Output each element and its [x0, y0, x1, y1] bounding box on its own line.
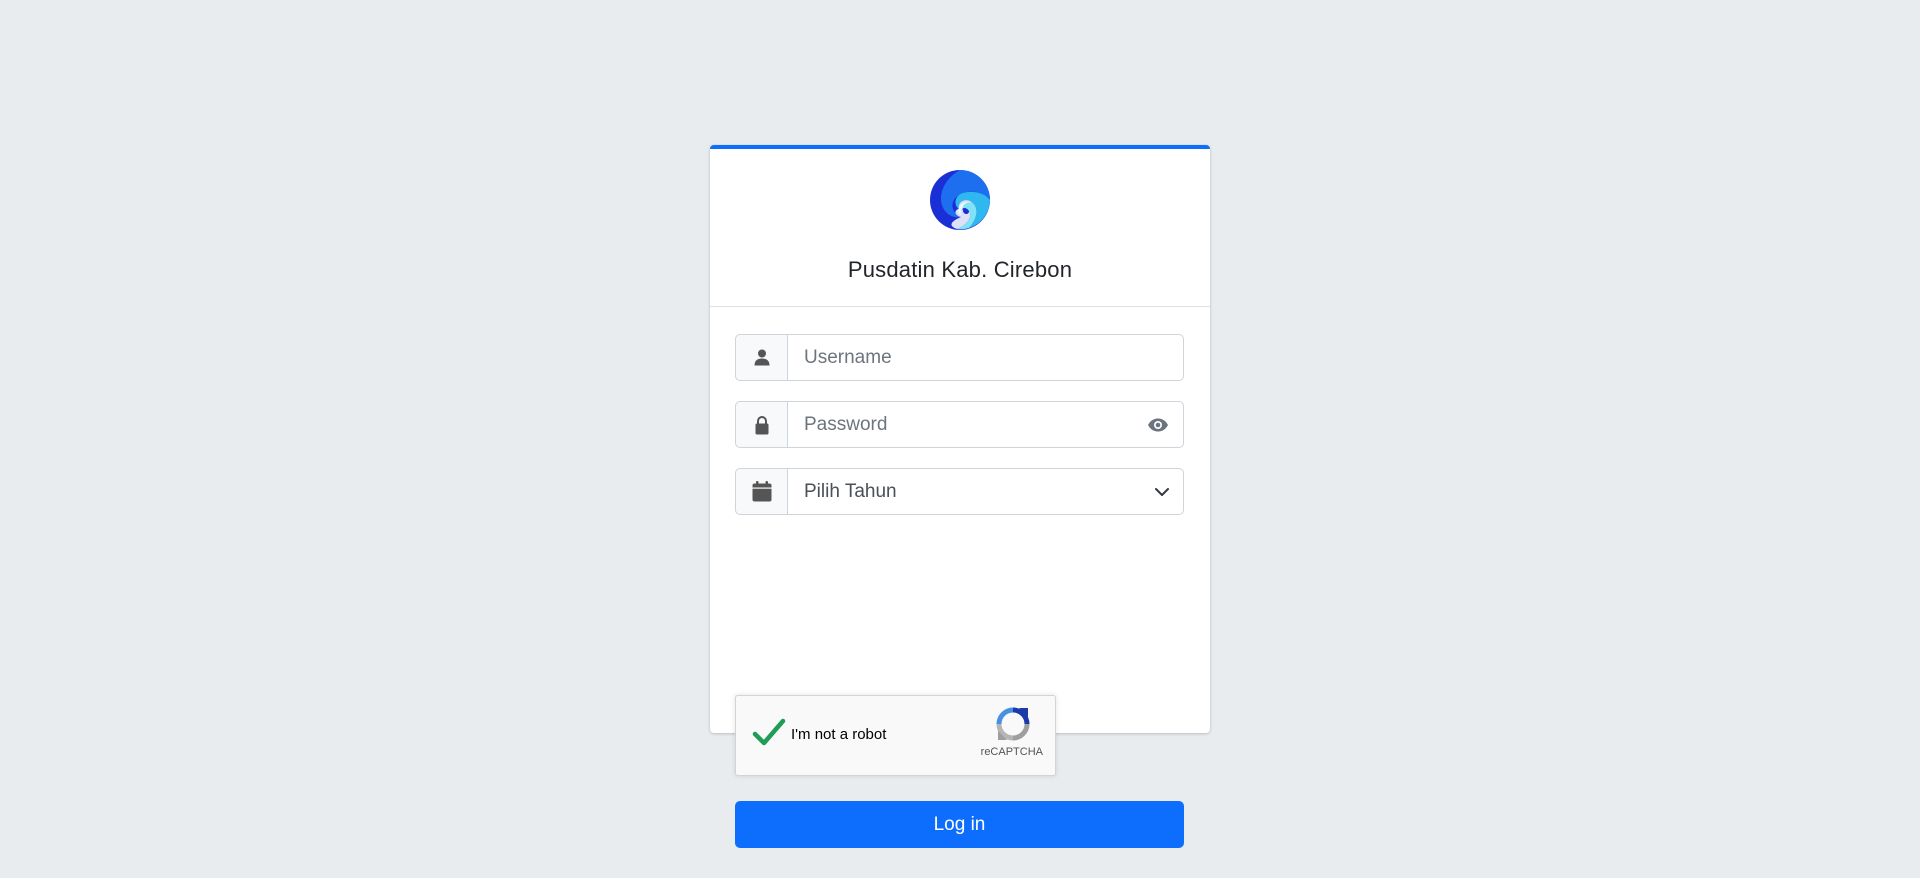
password-toggle[interactable] [1147, 418, 1169, 432]
year-dropdown-toggle[interactable] [1155, 487, 1169, 496]
username-group [735, 334, 1184, 381]
password-input[interactable] [788, 402, 1183, 447]
login-card: Pusdatin Kab. Cirebon Username Pilih Tah… [710, 145, 1210, 848]
year-group: Pilih Tahun [735, 468, 1184, 515]
user-icon [754, 349, 769, 366]
user-icon-addon [735, 334, 787, 381]
chevron-down-icon [1155, 487, 1169, 496]
username-field-wrap [787, 334, 1184, 381]
username-input[interactable] [788, 335, 1183, 380]
login-button[interactable]: Log in [735, 801, 1184, 848]
eye-icon[interactable] [1147, 418, 1169, 432]
password-field-wrap [787, 401, 1184, 448]
calendar-icon-addon [735, 468, 787, 515]
recaptcha-checkbox[interactable] [752, 718, 786, 748]
calendar-icon [752, 481, 771, 502]
year-select-value: Pilih Tahun [804, 480, 897, 502]
password-group [735, 401, 1184, 448]
card-header: Pusdatin Kab. Cirebon [710, 149, 1210, 307]
recaptcha-widget: I'm not a robot reCAPTCHA [735, 695, 1056, 776]
recaptcha-label: I'm not a robot [791, 726, 887, 743]
year-select[interactable]: Pilih Tahun [787, 468, 1184, 515]
lock-icon [755, 415, 768, 434]
kominfo-logo-icon [930, 170, 990, 230]
recaptcha-logo-icon [996, 707, 1030, 741]
recaptcha-brand: reCAPTCHA [980, 746, 1043, 758]
lock-icon-addon [735, 401, 787, 448]
page-title: Pusdatin Kab. Cirebon [847, 257, 1073, 282]
